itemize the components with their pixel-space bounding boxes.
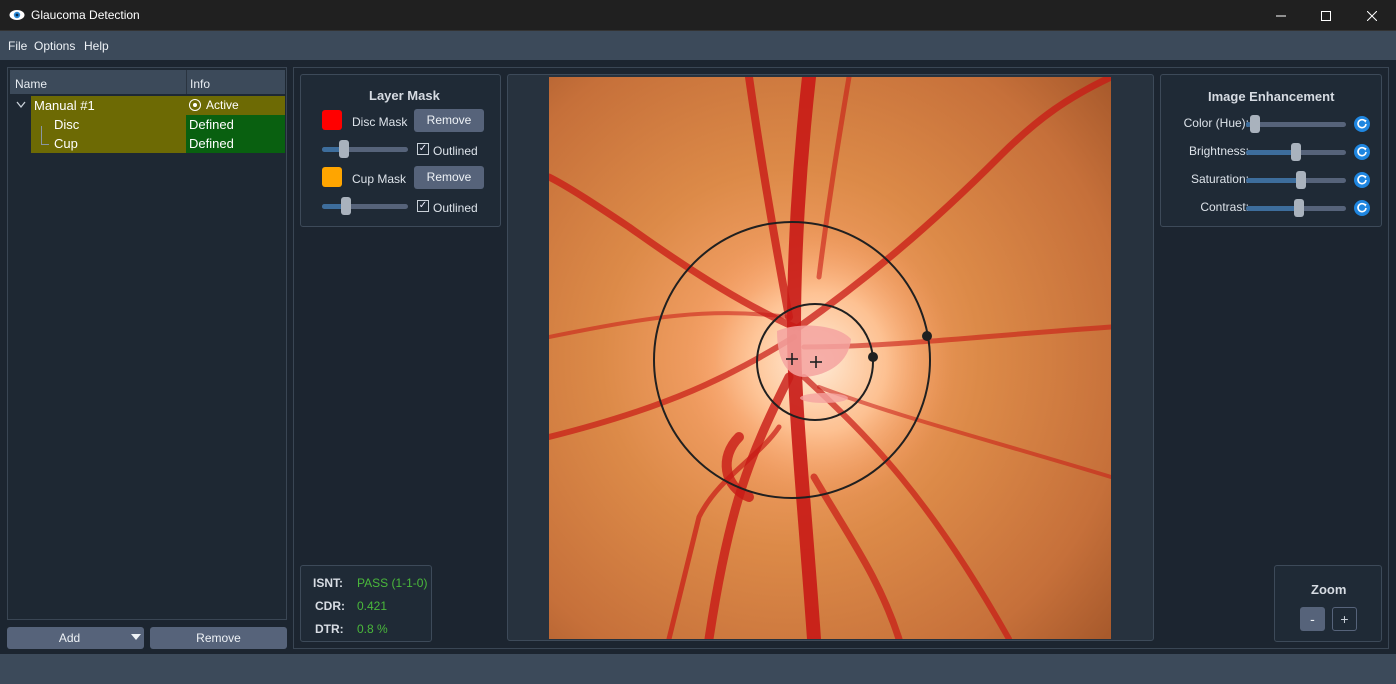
- dtr-value: 0.8 %: [357, 622, 388, 636]
- layer-mask-group: Layer Mask Disc Mask Remove ✓ Outlined C…: [300, 74, 501, 227]
- enhancement-slider[interactable]: [1246, 199, 1346, 217]
- maximize-button[interactable]: [1303, 0, 1349, 31]
- tree-row-info: Defined: [186, 134, 285, 153]
- reset-icon[interactable]: [1354, 116, 1370, 132]
- enhancement-slider-label: Saturation:: [1190, 172, 1249, 186]
- cdr-label: CDR:: [315, 599, 345, 613]
- dtr-label: DTR:: [315, 622, 344, 636]
- tree-header: Name Info: [10, 70, 285, 94]
- enhancement-slider-thumb[interactable]: [1249, 115, 1260, 133]
- disc-mask-label: Disc Mask: [352, 115, 408, 129]
- zoom-in-button[interactable]: +: [1332, 607, 1357, 631]
- enhancement-slider-thumb[interactable]: [1291, 143, 1301, 161]
- dropdown-arrow-icon[interactable]: [131, 634, 141, 641]
- cup-mask-label: Cup Mask: [352, 172, 407, 186]
- enhancement-slider[interactable]: [1246, 143, 1346, 161]
- enhancement-slider-fill: [1246, 178, 1302, 183]
- stats-panel: ISNT: PASS (1-1-0) CDR: 0.421 DTR: 0.8 %: [300, 565, 432, 642]
- tree-row-disc[interactable]: Disc Defined: [10, 115, 285, 134]
- cup-opacity-thumb[interactable]: [341, 197, 351, 215]
- remove-layer-button[interactable]: Remove: [150, 627, 287, 649]
- enhancement-title: Image Enhancement: [1208, 89, 1335, 104]
- chevron-down-icon[interactable]: [16, 101, 26, 109]
- enhancement-slider-label: Color (Hue):: [1183, 116, 1249, 130]
- isnt-value: PASS (1-1-0): [357, 576, 428, 590]
- zoom-title: Zoom: [1311, 582, 1347, 597]
- enhancement-slider[interactable]: [1246, 171, 1346, 189]
- disc-opacity-thumb[interactable]: [339, 140, 350, 158]
- cup-opacity-slider[interactable]: [322, 197, 408, 215]
- status-bar: [0, 654, 1396, 684]
- fundus-image[interactable]: [549, 77, 1111, 639]
- column-name[interactable]: Name: [15, 77, 47, 91]
- enhancement-slider-fill: [1246, 150, 1296, 155]
- image-enhancement-group: Image Enhancement Color (Hue): Brightness…: [1160, 74, 1382, 227]
- layer-mask-title: Layer Mask: [369, 88, 440, 103]
- cup-remove-label: Remove: [426, 170, 472, 184]
- title-bar: Glaucoma Detection: [0, 0, 1396, 31]
- close-button[interactable]: [1349, 0, 1395, 31]
- tree-branch-line: [41, 126, 49, 145]
- tree-row-info: Defined: [186, 115, 285, 134]
- enhancement-slider[interactable]: [1246, 115, 1346, 133]
- layers-tree: Name Info Manual #1 Active Disc Defined …: [7, 67, 287, 620]
- cup-outlined-label: Outlined: [433, 201, 478, 215]
- enhancement-slider-label: Brightness:: [1188, 144, 1249, 158]
- enhancement-slider-fill: [1246, 206, 1299, 211]
- tree-row-manual[interactable]: Manual #1 Active: [10, 96, 285, 115]
- zoom-out-button[interactable]: -: [1300, 607, 1325, 631]
- disc-opacity-slider[interactable]: [322, 140, 408, 158]
- minimize-button[interactable]: [1258, 0, 1304, 31]
- window-title: Glaucoma Detection: [31, 8, 140, 22]
- column-info[interactable]: Info: [190, 77, 210, 91]
- enhancement-slider-thumb[interactable]: [1296, 171, 1307, 189]
- disc-remove-button[interactable]: Remove: [414, 109, 484, 132]
- disc-outlined-checkbox[interactable]: ✓: [417, 143, 429, 155]
- menu-file[interactable]: File: [8, 39, 27, 53]
- reset-icon[interactable]: [1354, 172, 1370, 188]
- tree-row-name: Manual #1: [31, 96, 186, 115]
- isnt-label: ISNT:: [313, 576, 343, 590]
- tree-row-name: Disc: [51, 115, 186, 134]
- add-button[interactable]: Add: [7, 627, 144, 649]
- disc-remove-label: Remove: [426, 113, 472, 127]
- zoom-group: Zoom - +: [1274, 565, 1382, 642]
- enhancement-slider-thumb[interactable]: [1293, 199, 1304, 217]
- eye-icon: [9, 10, 25, 20]
- cup-outlined-checkbox[interactable]: ✓: [417, 200, 429, 212]
- reset-icon[interactable]: [1354, 144, 1370, 160]
- add-button-label: Add: [58, 631, 81, 645]
- image-viewer: [507, 74, 1154, 641]
- menu-options[interactable]: Options: [34, 39, 75, 53]
- reset-icon[interactable]: [1354, 200, 1370, 216]
- zoom-out-label: -: [1310, 611, 1315, 627]
- tree-row-cup[interactable]: Cup Defined: [10, 134, 285, 153]
- remove-layer-button-label: Remove: [196, 631, 241, 645]
- cup-remove-button[interactable]: Remove: [414, 166, 484, 189]
- active-radio[interactable]: [189, 99, 201, 111]
- menu-bar: File Options Help: [0, 31, 1396, 60]
- minimize-icon: [1276, 15, 1286, 16]
- disc-outlined-label: Outlined: [433, 144, 478, 158]
- cup-mask-fill: [800, 393, 848, 403]
- cup-handle[interactable]: [868, 352, 878, 362]
- enhancement-slider-label: Contrast:: [1200, 200, 1249, 214]
- close-icon: [1367, 10, 1377, 21]
- cup-color-swatch[interactable]: [322, 167, 342, 187]
- tree-row-name: Cup: [51, 134, 186, 153]
- column-separator: [186, 70, 187, 94]
- menu-help[interactable]: Help: [84, 39, 109, 53]
- zoom-in-label: +: [1340, 611, 1349, 627]
- disc-color-swatch[interactable]: [322, 110, 342, 130]
- cdr-value: 0.421: [357, 599, 388, 613]
- maximize-icon: [1321, 10, 1331, 21]
- disc-handle[interactable]: [922, 331, 932, 341]
